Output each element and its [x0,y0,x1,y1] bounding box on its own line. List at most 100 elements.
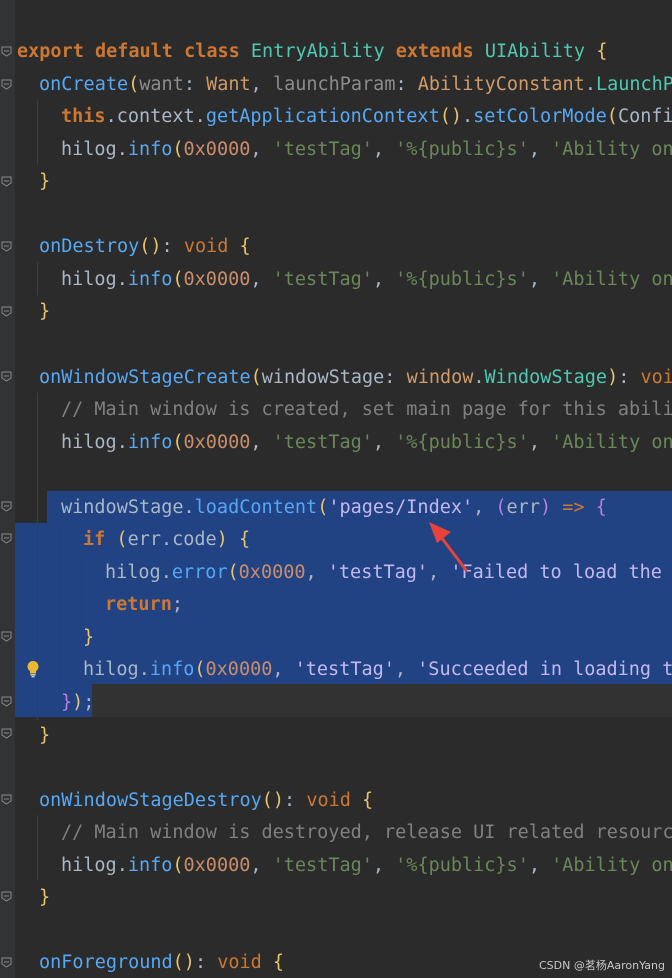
code-line[interactable]: return; [105,589,183,621]
code-editor[interactable]: export default class EntryAbility extend… [15,0,672,978]
code-token: 'testTag' [272,854,373,876]
fold-marker-icon[interactable] [1,631,12,642]
fold-marker-icon[interactable] [1,46,12,57]
fold-marker-icon[interactable] [1,533,12,544]
code-line[interactable]: hilog.info(0x0000, 'testTag', '%{public}… [61,850,672,882]
code-token: { [362,789,374,811]
code-line[interactable]: windowStage.loadContent('pages/Index', (… [61,492,607,524]
code-token: () [439,106,462,128]
code-token: Want [206,73,251,95]
code-token: ( [250,366,262,388]
code-token: if [83,529,106,551]
code-line[interactable]: // Main window is created, set main page… [61,394,672,426]
code-token: // Main window is created, set main page… [61,399,672,421]
code-token: : [618,366,641,388]
code-line[interactable]: } [39,166,50,198]
fold-marker-icon[interactable] [1,891,12,902]
code-token: ( [172,268,184,290]
code-token: info [127,268,173,290]
code-token: loadContent [194,496,318,518]
code-line[interactable]: export default class EntryAbility extend… [17,36,607,68]
code-line[interactable]: // Main window is destroyed, release UI … [61,817,672,849]
code-line[interactable]: onCreate(want: Want, launchParam: Abilit… [39,69,672,101]
code-token: , [473,496,496,518]
code-token: ) [539,496,552,518]
code-line[interactable]: if (err.code) { [83,524,250,556]
code-line[interactable]: hilog.info(0x0000, 'testTag', '%{public}… [61,134,672,166]
fold-marker-icon[interactable] [1,176,12,187]
code-token: , [428,561,451,583]
indent-guide [59,524,60,685]
code-token: , [394,659,418,681]
code-token: () [172,952,195,974]
code-line[interactable]: onWindowStageDestroy(): void { [39,785,373,817]
code-token: } [61,692,73,713]
code-line[interactable]: onDestroy(): void { [39,231,251,263]
code-line[interactable]: } [39,296,50,328]
fold-marker-icon[interactable] [1,728,12,739]
code-token: 'Ability onW [551,854,672,876]
code-token: , [250,431,273,453]
code-token: onForeground [39,952,173,974]
code-token: { [596,41,608,62]
code-token: info [127,854,173,876]
fold-marker-icon[interactable] [1,501,12,512]
code-line[interactable]: }); [61,687,94,719]
code-line[interactable]: } [39,882,50,914]
code-token: 'testTag' [272,431,373,453]
fold-marker-icon[interactable] [1,696,12,707]
code-token: AbilityConstant [417,73,585,95]
fold-marker-icon[interactable] [1,371,12,382]
code-line[interactable]: onForeground(): void { [39,947,284,978]
code-token: voic [640,366,672,388]
code-token: => [562,496,585,518]
code-token: ; [171,594,183,616]
code-token: windowStage. [61,496,195,518]
code-token: UIAbility [484,41,586,62]
code-token: : [284,789,307,811]
code-token: LaunchPa [595,73,672,95]
code-token: : [183,73,207,95]
code-token: ) [607,366,619,388]
fold-marker-icon[interactable] [1,957,12,968]
code-line[interactable]: hilog.info(0x0000, 'testTag', 'Succeeded… [83,654,672,686]
code-token: { [238,529,251,551]
code-token: : [194,952,218,974]
code-line[interactable]: } [39,720,50,752]
code-token: 'Failed to load the [450,561,662,583]
code-token: hilog. [61,431,128,453]
code-token: , [305,561,328,583]
code-token: , [372,431,396,453]
code-token: hilog. [83,659,150,681]
code-line[interactable]: onWindowStageCreate(windowStage: window.… [39,362,672,394]
code-line[interactable]: hilog.info(0x0000, 'testTag', '%{public}… [61,427,672,459]
code-token: extends [395,41,474,62]
code-line[interactable]: hilog.error(0x0000, 'testTag', 'Failed t… [105,557,662,589]
fold-marker-icon[interactable] [1,306,12,317]
code-token: '%{public}s' [395,138,529,160]
code-token: } [39,301,51,323]
code-token: ( [172,854,184,876]
code-token: 'Ability onW [551,431,672,453]
code-token: '%{public}s' [395,431,529,453]
code-line[interactable]: hilog.info(0x0000, 'testTag', '%{public}… [61,264,672,296]
code-token: 'testTag' [272,138,373,160]
code-token: err [506,496,540,518]
indent-guide [37,100,38,165]
code-line[interactable]: this.context.getApplicationContext().set… [61,101,672,133]
code-line[interactable]: } [83,622,94,654]
fold-marker-icon[interactable] [1,79,12,90]
fold-marker-icon[interactable] [1,241,12,252]
code-token: ) [216,529,228,551]
code-token: setColorMode [473,106,607,128]
fold-marker-icon[interactable] [1,794,12,805]
code-token: info [127,138,173,160]
lightbulb-icon[interactable] [26,660,40,678]
